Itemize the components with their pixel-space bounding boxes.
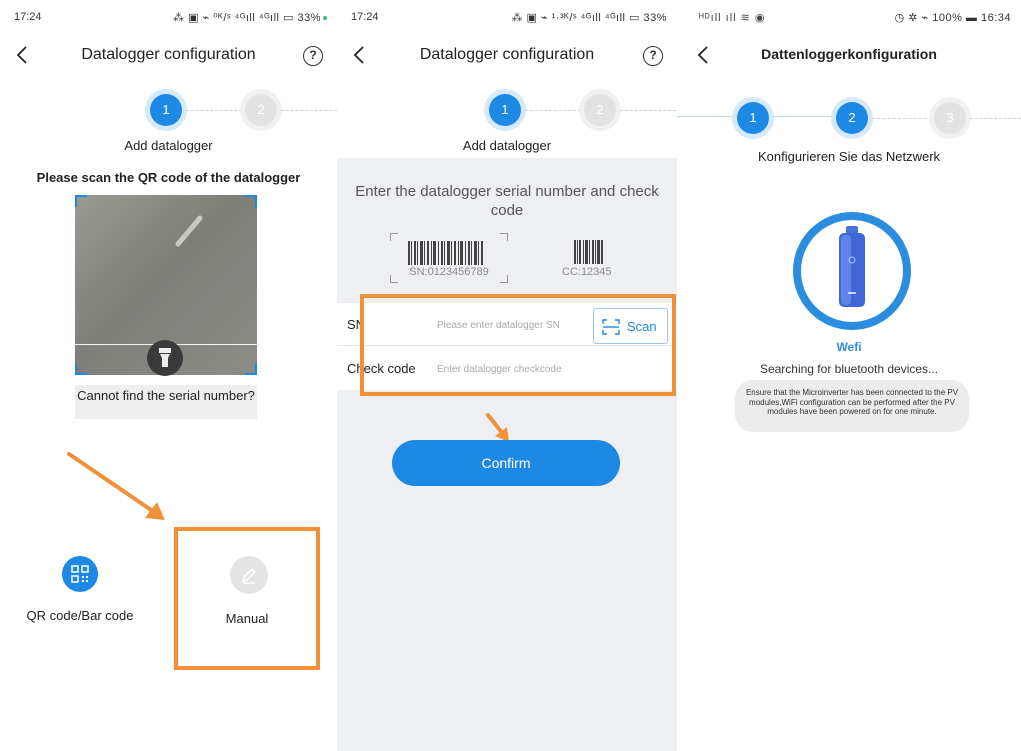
step-label: Konfigurieren Sie das Netzwerk — [757, 149, 941, 164]
stepper: 1 2 3 — [677, 102, 1021, 142]
app-header: Dattenloggerkonfiguration — [677, 34, 1021, 78]
screen-scan-qr: 17:24 ⁂ ▣ ⌁ ⁰ᴷ/ˢ ⁴ᴳıll ⁴ᴳıll ▭ 33% Datal… — [0, 0, 337, 751]
step-connector — [677, 116, 737, 117]
step-connector — [620, 110, 676, 111]
cannot-find-serial-link[interactable]: Cannot find the serial number? — [75, 385, 257, 419]
status-icons: ⁂ ▣ ⌁ ¹·³ᴷ/ˢ ⁴ᴳıll ⁴ᴳıll ▭ 33% — [511, 12, 667, 24]
qr-code-icon — [62, 556, 98, 592]
status-signal: ᴴᴰıll ıll ≋ ◉ — [699, 12, 766, 24]
stepper: 1 2 — [0, 90, 337, 130]
manual-option[interactable]: Manual — [174, 527, 320, 670]
help-icon[interactable]: ? — [643, 46, 663, 66]
help-icon[interactable]: ? — [303, 46, 323, 66]
step-2: 2 — [836, 102, 868, 134]
status-bar: 17:24 ⁂ ▣ ⌁ ¹·³ᴷ/ˢ ⁴ᴳıll ⁴ᴳıll ▭ 33% — [337, 0, 677, 34]
sample-serial-label: SN:0123456789 — [390, 233, 508, 283]
device-ring — [793, 212, 911, 330]
page-title: Dattenloggerkonfiguration — [761, 46, 937, 62]
app-header: Datalogger configuration ? — [0, 34, 337, 78]
sample-sn-text: SN:0123456789 — [409, 266, 489, 278]
flashlight-icon[interactable] — [147, 340, 183, 376]
datalogger-device-icon — [839, 226, 865, 307]
search-status: Searching for bluetooth devices... — [759, 362, 939, 376]
step-connector — [872, 118, 932, 119]
status-icons: ◷ ✲ ⌁ 100% ▬ 16:34 — [894, 12, 1011, 24]
scan-heading: Please scan the QR code of the datalogge… — [36, 170, 301, 185]
step-connector — [773, 116, 834, 117]
frame-corner — [245, 363, 257, 375]
status-time: 17:24 — [14, 11, 42, 23]
status-bar: 17:24 ⁂ ▣ ⌁ ⁰ᴷ/ˢ ⁴ᴳıll ⁴ᴳıll ▭ 33% — [0, 0, 337, 34]
info-note: Ensure that the Microinverter has been c… — [735, 380, 969, 432]
annotation-arrow — [67, 452, 165, 520]
step-3: 3 — [934, 102, 966, 134]
sample-cc-text: CC:12345 — [562, 266, 612, 278]
instruction-text: Enter the datalogger serial number and c… — [355, 183, 659, 219]
step-connector — [186, 110, 242, 111]
camera-object — [175, 215, 203, 247]
frame-corner — [75, 195, 87, 207]
step-connector — [281, 110, 337, 111]
device-name: Wefi — [836, 340, 862, 354]
camera-viewfinder[interactable] — [75, 195, 257, 376]
step-1: 1 — [737, 102, 769, 134]
qr-option-label: QR code/Bar code — [26, 608, 134, 623]
sample-checkcode-label: CC:12345 — [562, 240, 622, 280]
screen-manual-entry: 17:24 ⁂ ▣ ⌁ ¹·³ᴷ/ˢ ⁴ᴳıll ⁴ᴳıll ▭ 33% Dat… — [337, 0, 677, 751]
app-header: Datalogger configuration ? — [337, 34, 677, 78]
manual-option-label: Manual — [225, 611, 269, 626]
frame-corner — [75, 363, 87, 375]
status-time: 17:24 — [351, 11, 379, 23]
screen-network-config: ᴴᴰıll ıll ≋ ◉ ◷ ✲ ⌁ 100% ▬ 16:34 Dattenl… — [677, 0, 1021, 751]
step-1: 1 — [150, 94, 182, 126]
status-bar: ᴴᴰıll ıll ≋ ◉ ◷ ✲ ⌁ 100% ▬ 16:34 — [677, 0, 1021, 34]
step-1: 1 — [489, 94, 521, 126]
step-connector — [525, 110, 581, 111]
step-label: Add datalogger — [124, 138, 213, 153]
status-icons: ⁂ ▣ ⌁ ⁰ᴷ/ˢ ⁴ᴳıll ⁴ᴳıll ▭ 33% — [173, 11, 327, 24]
confirm-button[interactable]: Confirm — [392, 440, 620, 486]
highlight-box — [360, 294, 676, 396]
step-2: 2 — [584, 94, 616, 126]
step-connector — [970, 118, 1021, 119]
page-title: Datalogger configuration — [419, 46, 595, 63]
stepper: 1 2 — [337, 90, 677, 130]
barcode-icon — [408, 241, 483, 265]
step-label: Add datalogger — [462, 138, 552, 153]
barcode-icon — [574, 240, 603, 264]
page-title: Datalogger configuration — [81, 46, 256, 63]
qr-barcode-option[interactable]: QR code/Bar code — [20, 556, 140, 636]
pencil-icon — [230, 556, 268, 594]
step-2: 2 — [245, 94, 277, 126]
frame-corner — [245, 195, 257, 207]
